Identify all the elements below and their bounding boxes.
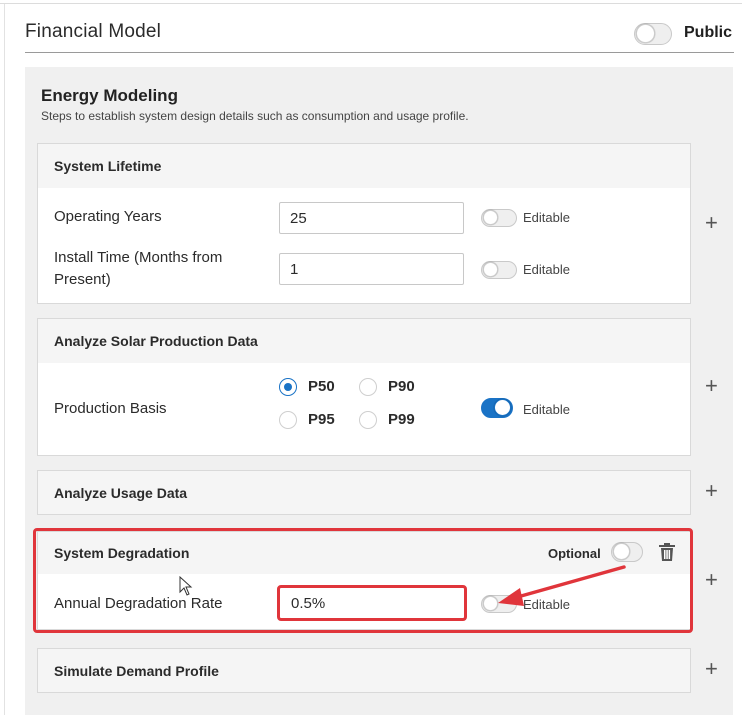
mouse-cursor-icon (179, 576, 193, 596)
public-toggle[interactable] (634, 23, 672, 45)
radio-p90[interactable] (359, 378, 377, 396)
card-title: Analyze Usage Data (54, 485, 188, 501)
editable-label: Editable (523, 210, 570, 225)
left-border (4, 4, 5, 715)
annotation-arrow-icon (498, 565, 626, 606)
add-solar-production-plus-icon[interactable]: + (705, 375, 718, 397)
radio-p99[interactable] (359, 411, 377, 429)
radio-label-p50: P50 (308, 378, 335, 395)
card-system-lifetime: System Lifetime Operating Years 25 Edita… (37, 143, 691, 304)
card-title: Analyze Solar Production Data (54, 333, 258, 349)
card-title: System Lifetime (54, 158, 162, 174)
public-label: Public (684, 24, 733, 41)
production-editable-toggle[interactable] (481, 398, 513, 418)
card-usage-data[interactable]: Analyze Usage Data (37, 470, 691, 515)
radio-label-p90: P90 (388, 378, 415, 395)
add-usage-data-plus-icon[interactable]: + (705, 480, 718, 502)
highlight-degradation-input (277, 585, 467, 621)
card-title: Simulate Demand Profile (54, 663, 219, 679)
install-time-editable-toggle[interactable] (481, 261, 517, 279)
card-header: Analyze Usage Data (38, 471, 690, 514)
add-system-degradation-plus-icon[interactable]: + (705, 569, 718, 591)
page-title: Financial Model (25, 21, 162, 42)
add-system-lifetime-plus-icon[interactable]: + (705, 212, 718, 234)
install-time-label-line1: Install Time (Months from (54, 249, 223, 266)
card-demand-profile[interactable]: Simulate Demand Profile (37, 648, 691, 693)
top-border (0, 3, 742, 4)
card-header: Analyze Solar Production Data (38, 319, 690, 363)
install-time-input[interactable]: 1 (279, 253, 464, 285)
operating-years-editable-toggle[interactable] (481, 209, 517, 227)
add-demand-profile-plus-icon[interactable]: + (705, 658, 718, 680)
install-time-label-line2: Present) (54, 271, 111, 288)
card-solar-production: Analyze Solar Production Data Production… (37, 318, 691, 456)
card-header: Simulate Demand Profile (38, 649, 690, 692)
section-title: Energy Modeling (41, 86, 178, 105)
radio-p95[interactable] (279, 411, 297, 429)
operating-years-label: Operating Years (54, 208, 162, 225)
header-divider (25, 52, 734, 53)
card-header: System Lifetime (38, 144, 690, 188)
production-basis-label: Production Basis (54, 400, 167, 417)
radio-label-p95: P95 (308, 411, 335, 428)
section-subtitle: Steps to establish system design details… (41, 109, 469, 123)
radio-p50[interactable] (279, 378, 297, 396)
operating-years-input[interactable]: 25 (279, 202, 464, 234)
editable-label: Editable (523, 262, 570, 277)
editable-label: Editable (523, 402, 570, 417)
radio-label-p99: P99 (388, 411, 415, 428)
